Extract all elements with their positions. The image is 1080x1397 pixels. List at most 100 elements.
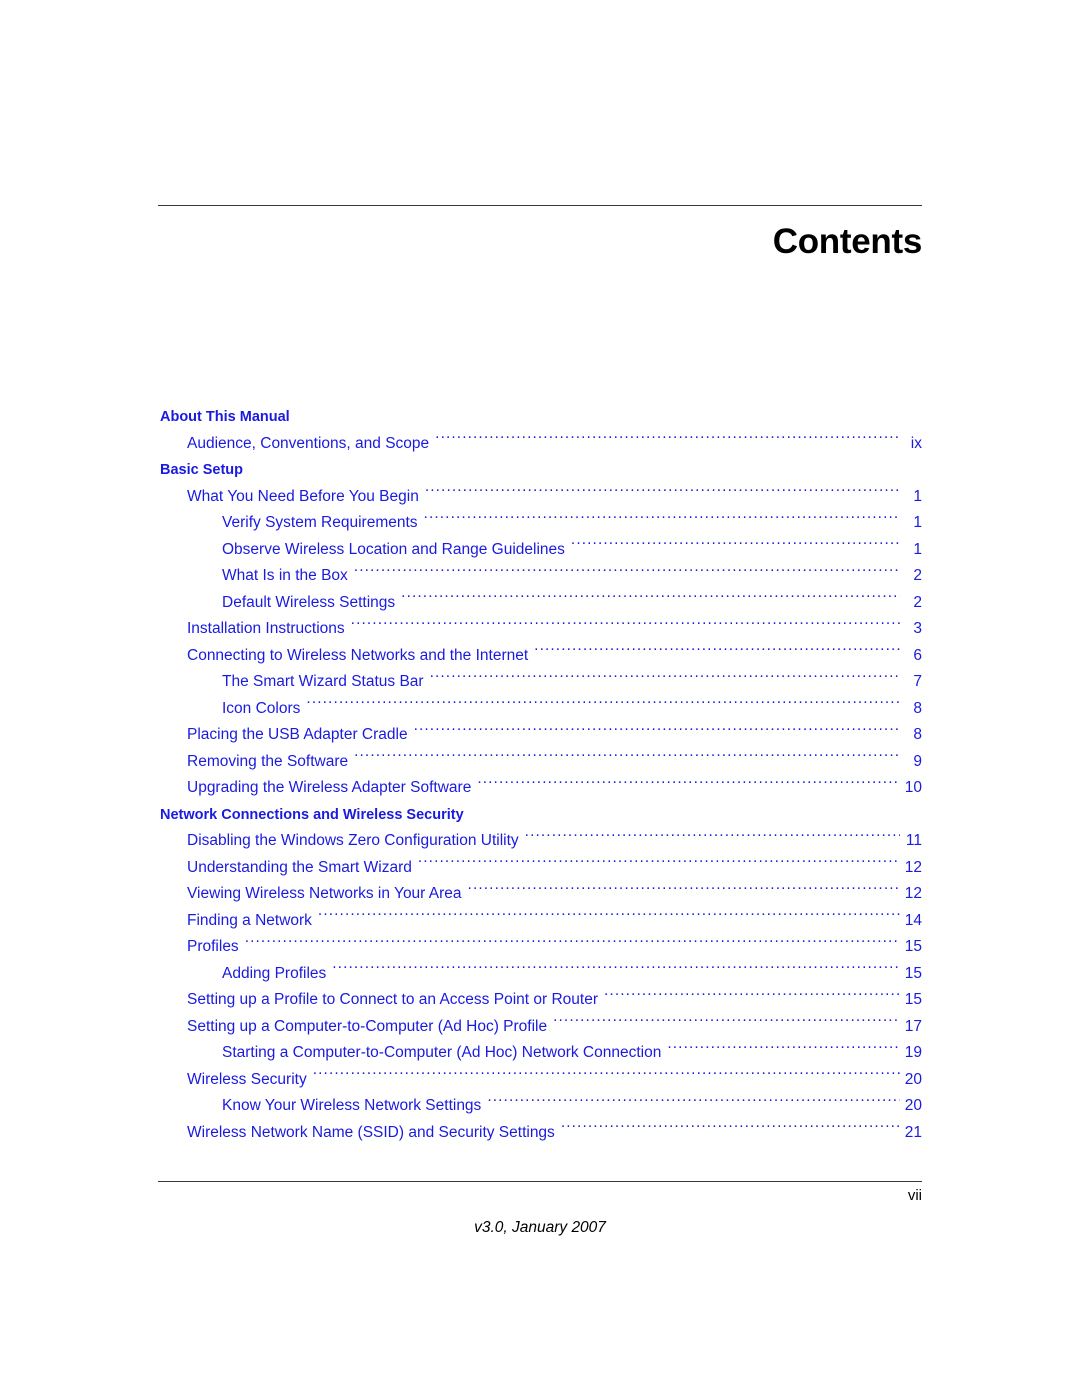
toc-entry[interactable]: Upgrading the Wireless Adapter Software 1…: [158, 775, 922, 802]
toc-entry-page-number: 15: [904, 964, 922, 982]
toc-dot-leader: [487, 1095, 900, 1111]
toc-entry[interactable]: Icon Colors 8: [158, 696, 922, 723]
toc-chapter-heading: About This Manual: [160, 409, 290, 425]
toc-dot-leader: [525, 830, 900, 846]
toc-entry[interactable]: Placing the USB Adapter Cradle 8: [158, 722, 922, 749]
toc-entry-label: Verify System Requirements: [222, 514, 418, 531]
toc-dot-leader: [245, 936, 900, 952]
toc-dot-leader: [477, 777, 900, 793]
toc-entry-label: Connecting to Wireless Networks and the …: [187, 646, 529, 664]
toc-entry-label: Starting a Computer-to-Computer (Ad Hoc)…: [222, 1044, 662, 1061]
toc-entry[interactable]: Wireless Security 20: [158, 1067, 922, 1094]
toc-entry-label: Know Your Wireless Network Settings: [222, 1097, 482, 1114]
toc-entry[interactable]: Verify System Requirements 1: [158, 510, 922, 537]
toc-dot-leader: [571, 538, 900, 554]
toc-entry-page-number: 19: [904, 1044, 922, 1061]
toc-entry[interactable]: Default Wireless Settings 2: [158, 590, 922, 617]
toc-entry-page-number: 9: [913, 752, 922, 770]
toc-dot-leader: [351, 618, 900, 634]
toc-entry-page-number: 12: [904, 858, 922, 876]
toc-entry-label: Audience, Conventions, and Scope: [187, 434, 430, 452]
toc-entry-page-number: 11: [905, 832, 922, 849]
toc-entry-label: Setting up a Profile to Connect to an Ac…: [187, 991, 598, 1008]
toc-entry-label: Profiles: [187, 938, 239, 955]
toc-dot-leader: [313, 1068, 900, 1084]
toc-entry-page-number: 10: [904, 779, 922, 796]
toc-entry-label: Installation Instructions: [187, 620, 345, 637]
toc-entry-label: Icon Colors: [222, 699, 301, 717]
toc-dot-leader: [430, 671, 900, 687]
toc-dot-leader: [424, 512, 900, 528]
toc-entry[interactable]: Disabling the Windows Zero Configuration…: [158, 828, 922, 855]
toc-dot-leader: [354, 750, 900, 766]
toc-entry[interactable]: Know Your Wireless Network Settings 20: [158, 1093, 922, 1120]
toc-dot-leader: [534, 644, 900, 660]
toc-chapter-heading: Network Connections and Wireless Securit…: [160, 806, 464, 823]
toc-entry-label: Upgrading the Wireless Adapter Software: [187, 779, 472, 796]
toc-entry-page-number: 15: [904, 938, 922, 955]
toc-entry[interactable]: What You Need Before You Begin 1: [158, 484, 922, 511]
toc-entry-page-number: 8: [913, 726, 922, 743]
toc-dot-leader: [414, 724, 900, 740]
toc-entry-page-number: 1: [913, 487, 922, 505]
toc-entry-page-number: ix: [910, 434, 922, 452]
page-title: Contents: [772, 222, 923, 261]
toc-entry-label: Placing the USB Adapter Cradle: [187, 726, 408, 743]
toc-entry[interactable]: Connecting to Wireless Networks and the …: [158, 643, 922, 670]
toc-entry[interactable]: Installation Instructions 3: [158, 616, 922, 643]
toc-entry-label: Viewing Wireless Networks in Your Area: [187, 885, 462, 902]
toc-entry-page-number: 12: [904, 885, 922, 902]
toc-entry-page-number: 20: [904, 1070, 922, 1088]
toc-entry-page-number: 2: [913, 593, 922, 611]
toc-dot-leader: [401, 591, 900, 607]
toc-dot-leader: [561, 1121, 900, 1137]
toc-dot-leader: [468, 883, 900, 899]
toc-entry-label: Wireless Network Name (SSID) and Securit…: [187, 1123, 555, 1141]
toc-entry-label: What Is in the Box: [222, 567, 348, 584]
footer-divider: [158, 1181, 922, 1182]
toc-dot-leader: [318, 909, 900, 925]
header-divider: [158, 205, 922, 206]
toc-entry[interactable]: Setting up a Computer-to-Computer (Ad Ho…: [158, 1014, 922, 1041]
toc-entry-page-number: 14: [904, 911, 922, 929]
toc-entry-label: Finding a Network: [187, 911, 312, 929]
toc-entry[interactable]: The Smart Wizard Status Bar 7: [158, 669, 922, 696]
toc-entry[interactable]: Audience, Conventions, and Scope ix: [158, 431, 922, 458]
toc-entry[interactable]: Wireless Network Name (SSID) and Securit…: [158, 1120, 922, 1147]
toc-entry[interactable]: Removing the Software 9: [158, 749, 922, 776]
table-of-contents: About This Manual Audience, Conventions, …: [158, 404, 922, 1146]
toc-entry-label: Default Wireless Settings: [222, 593, 396, 611]
document-version: v3.0, January 2007: [474, 1219, 606, 1236]
toc-dot-leader: [425, 485, 900, 501]
toc-dot-leader: [306, 697, 900, 713]
toc-dot-leader: [332, 962, 900, 978]
toc-entry-page-number: 21: [904, 1123, 922, 1141]
toc-entry-page-number: 1: [913, 514, 922, 531]
toc-entry[interactable]: Observe Wireless Location and Range Guid…: [158, 537, 922, 564]
toc-entry-page-number: 15: [904, 991, 922, 1008]
toc-entry-label: Setting up a Computer-to-Computer (Ad Ho…: [187, 1017, 548, 1035]
toc-entry-label: Understanding the Smart Wizard: [187, 858, 412, 876]
toc-entry[interactable]: Finding a Network 14: [158, 908, 922, 935]
toc-entry-label: Disabling the Windows Zero Configuration…: [187, 832, 519, 849]
toc-entry-page-number: 2: [913, 567, 922, 584]
toc-entry[interactable]: Understanding the Smart Wizard 12: [158, 855, 922, 882]
toc-dot-leader: [553, 1015, 900, 1031]
page-number: vii: [907, 1187, 922, 1204]
toc-entry[interactable]: Starting a Computer-to-Computer (Ad Hoc)…: [158, 1040, 922, 1067]
toc-dot-leader: [418, 856, 900, 872]
toc-entry[interactable]: Adding Profiles 15: [158, 961, 922, 988]
toc-entry-label: Removing the Software: [187, 752, 349, 770]
toc-entry[interactable]: Profiles 15: [158, 934, 922, 961]
toc-entry[interactable]: Setting up a Profile to Connect to an Ac…: [158, 987, 922, 1014]
toc-entry-page-number: 8: [913, 699, 922, 717]
toc-entry-page-number: 3: [913, 620, 922, 637]
toc-entry-label: What You Need Before You Begin: [187, 487, 419, 505]
document-page: Contents About This Manual Audience, Conv…: [0, 0, 1080, 1397]
toc-entry[interactable]: What Is in the Box 2: [158, 563, 922, 590]
toc-dot-leader: [354, 565, 900, 581]
toc-dot-leader: [604, 989, 900, 1005]
toc-entry-page-number: 1: [913, 540, 922, 558]
toc-entry[interactable]: Viewing Wireless Networks in Your Area 12: [158, 881, 922, 908]
toc-entry-label: Wireless Security: [187, 1070, 307, 1088]
